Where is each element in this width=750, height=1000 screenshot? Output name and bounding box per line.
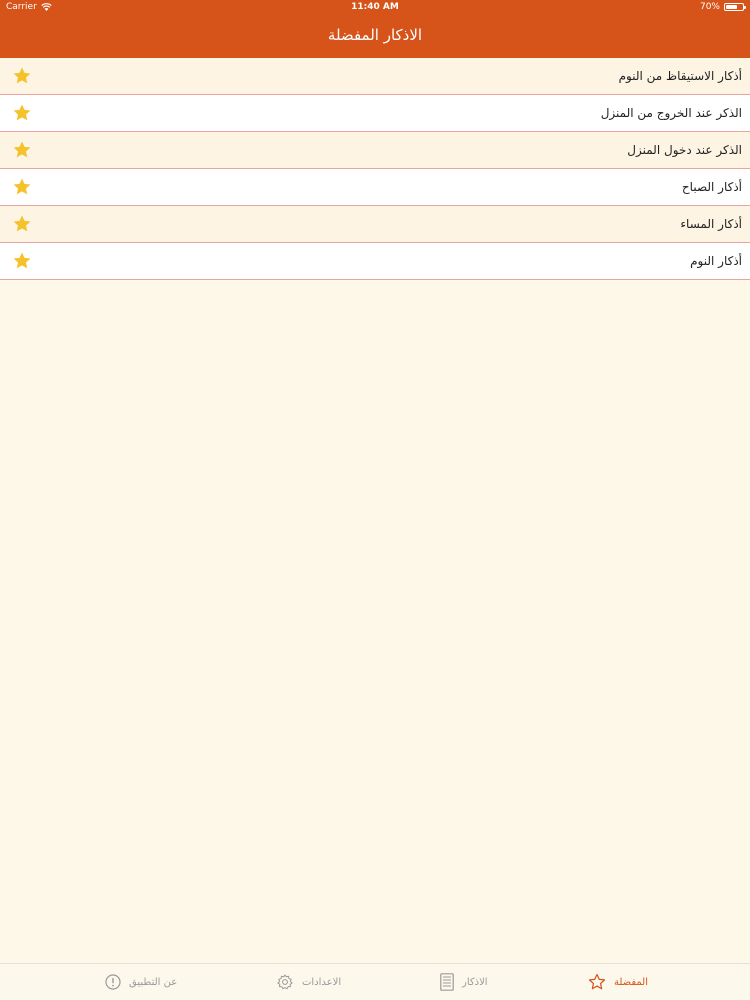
star-filled-icon[interactable] [12, 140, 32, 160]
star-filled-icon[interactable] [12, 66, 32, 86]
list-item-title: الذكر عند الخروج من المنزل [600, 106, 742, 120]
list-item-title: أذكار الاستيقاظ من النوم [618, 69, 742, 83]
tab-bar: المفضلة الاذكار الاعدادات عن التطبيق [0, 963, 750, 1000]
star-filled-icon[interactable] [12, 177, 32, 197]
tab-adhkar[interactable]: الاذكار [440, 964, 488, 1000]
tab-label: المفضلة [614, 976, 649, 988]
tab-label: عن التطبيق [129, 976, 178, 988]
star-filled-icon[interactable] [12, 251, 32, 271]
tab-label: الاعدادات [302, 976, 342, 988]
battery-percent: 70% [699, 2, 720, 12]
list-item-title: أذكار المساء [680, 217, 742, 231]
list-item[interactable]: أذكار الاستيقاظ من النوم [0, 58, 750, 95]
navigation-header: Carrier 11:40 AM 70% الاذكار المفضلة [0, 0, 750, 58]
list-item-title: أذكار الصباح [681, 180, 742, 194]
list-icon [440, 973, 454, 991]
status-time: 11:40 AM [351, 2, 399, 12]
tab-settings[interactable]: الاعدادات [276, 964, 341, 1000]
list-item[interactable]: أذكار النوم [0, 243, 750, 280]
list-item[interactable]: أذكار المساء [0, 206, 750, 243]
favorites-list: أذكار الاستيقاظ من النوم الذكر عند الخرو… [0, 58, 750, 280]
gear-icon [276, 973, 294, 991]
battery-fill [726, 5, 738, 9]
battery-status: 70% [699, 0, 746, 14]
info-icon [105, 974, 121, 990]
list-item[interactable]: الذكر عند الخروج من المنزل [0, 95, 750, 132]
list-item[interactable]: أذكار الصباح [0, 169, 750, 206]
star-filled-icon[interactable] [12, 103, 32, 123]
tab-label: الاذكار [462, 976, 488, 988]
list-item-title: الذكر عند دخول المنزل [627, 143, 742, 157]
tab-favorites[interactable]: المفضلة [588, 964, 648, 1000]
list-item-title: أذكار النوم [690, 254, 742, 268]
status-bar: Carrier 11:40 AM 70% [0, 0, 750, 14]
star-filled-icon[interactable] [12, 214, 32, 234]
battery-icon [724, 3, 746, 11]
list-item[interactable]: الذكر عند دخول المنزل [0, 132, 750, 169]
tab-about[interactable]: عن التطبيق [105, 964, 177, 1000]
star-outline-icon [588, 973, 606, 991]
page-title: الاذكار المفضلة [327, 26, 423, 44]
